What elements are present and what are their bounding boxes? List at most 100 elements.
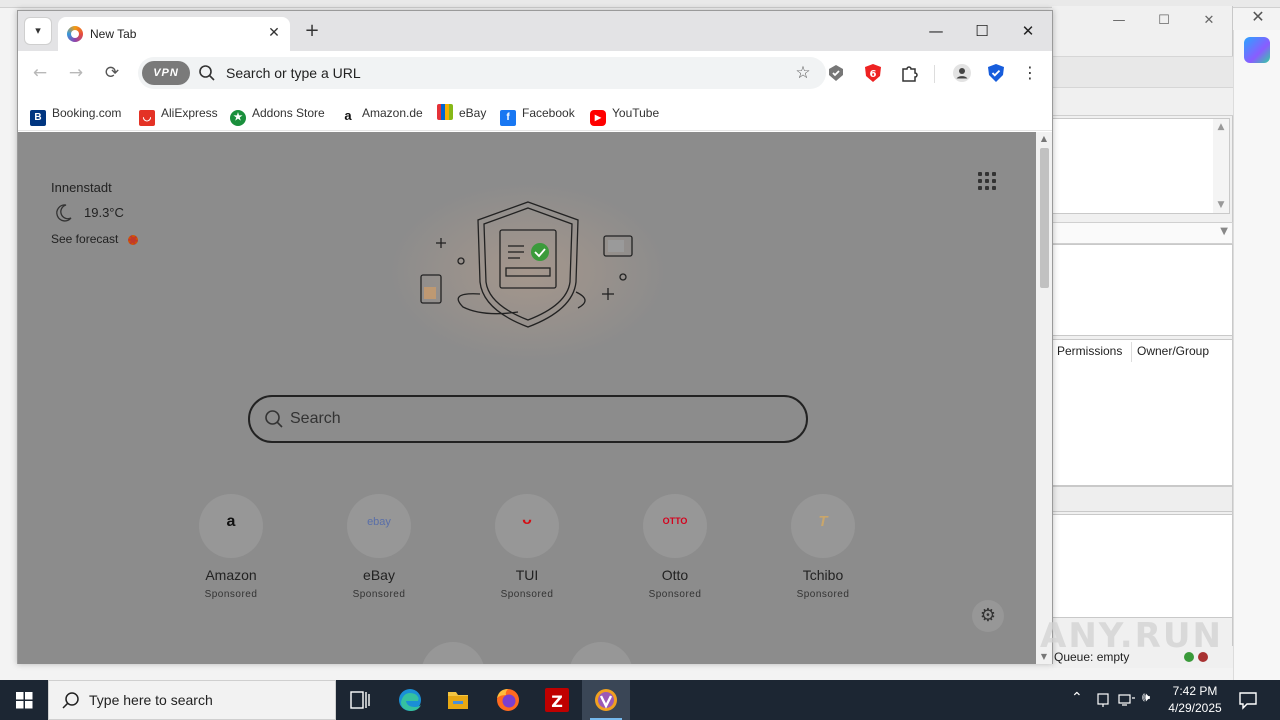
edge-icon[interactable] [386, 680, 434, 720]
tile-sponsored-label: Sponsored [648, 589, 702, 600]
bookmark-label: YouTube [612, 106, 660, 120]
profile-icon[interactable] [952, 63, 972, 83]
bookmark-label: eBay [459, 106, 487, 120]
minimize-icon[interactable]: — [1104, 10, 1134, 32]
close-icon[interactable]: ✕ [1194, 10, 1224, 32]
privacy-shield-icon[interactable] [826, 63, 846, 83]
windows-start-icon[interactable] [0, 680, 48, 720]
remote-file-list [1052, 362, 1233, 486]
clock-time: 7:42 PM [1172, 684, 1218, 698]
copilot-icon[interactable] [1244, 37, 1270, 63]
remote-status-line [1052, 486, 1233, 512]
chevron-down-icon: ▼ [1220, 226, 1228, 237]
close-icon[interactable]: ✕ [1008, 17, 1048, 45]
speed-dial-tchibo[interactable]: T Tchibo Sponsored [773, 494, 873, 604]
scroll-down-icon[interactable]: ▼ [1213, 197, 1229, 213]
bookmark-addons-store[interactable]: ★ Addons Store [230, 103, 325, 126]
column-permissions[interactable]: Permissions [1057, 344, 1122, 358]
moon-icon [56, 204, 72, 222]
youtube-icon: ▶ [590, 110, 606, 126]
taskbar: Type here to search Z ⌃ 🕪 7:42 PM 4/29/2… [0, 680, 1280, 720]
anyrun-watermark: ANY.RUN [1040, 616, 1223, 656]
see-forecast-link[interactable]: See forecast [51, 232, 118, 246]
speed-dial-amazon[interactable]: a Amazon Sponsored [181, 494, 281, 604]
tile-sponsored-label: Sponsored [352, 589, 406, 600]
vpn-button[interactable]: VPN [142, 61, 190, 85]
facebook-icon: f [500, 110, 516, 126]
browser-logo-icon [67, 26, 83, 42]
bookmark-youtube[interactable]: ▶ YouTube [590, 103, 660, 126]
search-icon [199, 65, 215, 81]
bookmark-ebay[interactable]: eBay [437, 103, 486, 123]
menu-kebab-icon[interactable]: ⋮ [1016, 59, 1044, 87]
column-divider [1131, 342, 1132, 362]
speed-dial-otto[interactable]: OTTO Otto Sponsored [625, 494, 725, 604]
scrollbar[interactable]: ▲ ▼ [1213, 119, 1229, 213]
background-right-panel [1233, 30, 1280, 680]
filezilla-quickconnect-bar [1052, 88, 1233, 116]
search-icon [265, 410, 283, 428]
filezilla-icon[interactable]: Z [533, 680, 581, 720]
toolbar-divider [934, 65, 935, 83]
bookmark-aliexpress[interactable]: ◡ AliExpress [139, 103, 218, 126]
page-scrollbar[interactable]: ▲ ▼ [1036, 132, 1052, 664]
adblock-extension-icon[interactable]: 6 [863, 63, 883, 83]
speed-dial-tile-partial[interactable] [569, 642, 633, 664]
browser-window: ▾ New Tab ✕ + — ☐ ✕ ← → ⟳ VPN Search or … [17, 10, 1053, 664]
forward-button[interactable]: → [62, 59, 90, 87]
tab-new-tab[interactable]: New Tab ✕ [58, 17, 290, 51]
scrollbar-thumb[interactable] [1040, 148, 1049, 288]
bookmark-booking[interactable]: B Booking.com [30, 103, 122, 126]
tile-name: Otto [661, 567, 689, 583]
speed-dial-ebay[interactable]: ebay eBay Sponsored [329, 494, 429, 604]
maximize-icon[interactable]: ☐ [962, 17, 1002, 45]
tile-name: eBay [363, 567, 395, 583]
close-icon[interactable]: ✕ [1247, 6, 1269, 28]
firefox-icon[interactable] [484, 680, 532, 720]
maximize-icon[interactable]: ☐ [1149, 10, 1179, 32]
network-icon[interactable] [1118, 692, 1136, 708]
newtab-search-input[interactable]: Search [248, 395, 808, 443]
transfer-queue-panel [1052, 514, 1233, 618]
taskbar-search-input[interactable]: Type here to search [48, 680, 336, 720]
back-button[interactable]: ← [26, 59, 54, 87]
system-clock[interactable]: 7:42 PM 4/29/2025 [1160, 683, 1230, 717]
bookmark-facebook[interactable]: f Facebook [500, 103, 575, 126]
speed-dial-tile-partial[interactable] [421, 642, 485, 664]
speed-dial-tui[interactable]: ᴗ TUI Sponsored [477, 494, 577, 604]
tab-search-button[interactable]: ▾ [24, 17, 52, 45]
tile-name: TUI [515, 567, 539, 583]
address-bar[interactable]: VPN Search or type a URL ☆ [138, 57, 826, 89]
bookmark-star-icon[interactable]: ☆ [792, 62, 814, 84]
bitwarden-shield-icon[interactable] [986, 63, 1006, 83]
search-icon [62, 692, 79, 709]
weather-location[interactable]: Innenstadt [51, 180, 112, 195]
scroll-up-icon[interactable]: ▲ [1036, 132, 1052, 146]
volume-icon[interactable]: 🕪 [1142, 690, 1150, 705]
reload-button[interactable]: ⟳ [98, 59, 126, 87]
task-view-icon[interactable] [336, 680, 384, 720]
bookmark-label: Booking.com [52, 106, 122, 120]
browser-taskbar-button[interactable] [582, 680, 630, 720]
chevron-up-icon[interactable]: ⌃ [1071, 690, 1083, 706]
svg-text:Z: Z [551, 692, 563, 711]
notification-icon[interactable] [1236, 688, 1260, 712]
remote-path-dropdown[interactable]: ▼ [1052, 222, 1233, 244]
minimize-icon[interactable]: — [916, 17, 956, 45]
new-tab-button[interactable]: + [300, 19, 324, 43]
tile-sponsored-label: Sponsored [500, 589, 554, 600]
svg-text:6: 6 [870, 69, 877, 80]
aliexpress-icon: ◡ [139, 110, 155, 126]
file-explorer-icon[interactable] [434, 680, 482, 720]
extensions-puzzle-icon[interactable] [899, 63, 919, 83]
booking-icon: B [30, 110, 46, 126]
column-owner-group[interactable]: Owner/Group [1137, 344, 1209, 358]
gear-icon[interactable]: ⚙ [972, 600, 1004, 632]
network-adapter-icon[interactable] [1095, 692, 1111, 708]
message-log-panel: ▲ ▼ [1052, 118, 1230, 214]
apps-grid-icon[interactable] [978, 172, 996, 190]
scroll-up-icon[interactable]: ▲ [1213, 119, 1229, 135]
bookmark-amazon[interactable]: a Amazon.de [340, 103, 423, 124]
close-icon[interactable]: ✕ [264, 23, 284, 43]
tab-strip: ▾ New Tab ✕ + — ☐ ✕ [18, 11, 1052, 51]
